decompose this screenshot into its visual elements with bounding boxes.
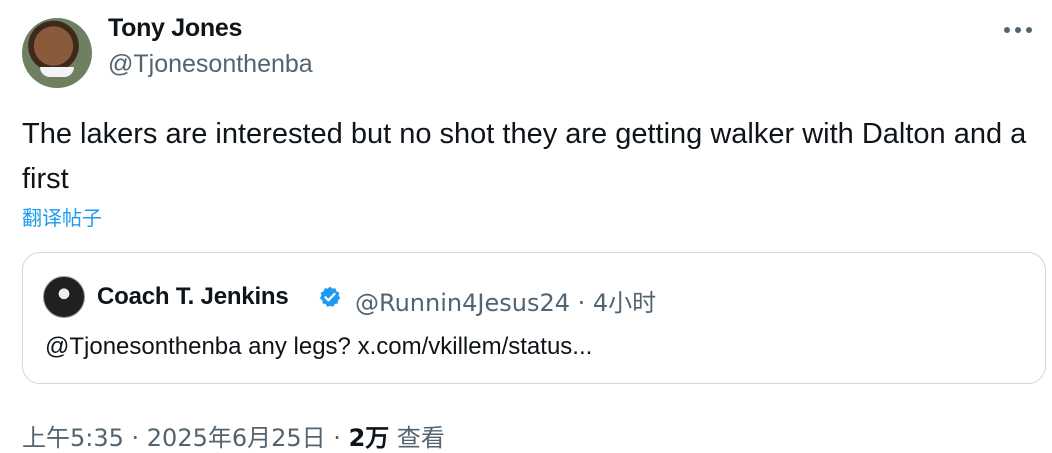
author-handle[interactable]: @Tjonesonthenba — [108, 50, 313, 79]
tweet-text: The lakers are interested but no shot th… — [22, 118, 1027, 195]
views-count: 2万 — [348, 424, 390, 452]
author-avatar[interactable] — [22, 18, 92, 88]
translate-post-link[interactable]: 翻译帖子 — [22, 202, 102, 231]
author-name[interactable]: Tony Jones — [108, 14, 242, 43]
dot-icon — [1015, 27, 1021, 33]
quote-author-name[interactable]: Coach T. Jenkins — [97, 283, 289, 311]
timestamp[interactable]: 上午5:35 · 2025年6月25日 · — [22, 424, 349, 452]
verified-badge-icon — [319, 286, 341, 307]
more-options-icon[interactable] — [1004, 26, 1032, 34]
dot-icon — [1004, 27, 1010, 33]
views-label: 查看 — [389, 424, 445, 452]
quote-handle-and-time[interactable]: @Runnin4Jesus24 · 4小时 — [355, 283, 656, 318]
quote-text: @Tjonesonthenba any legs? x.com/vkillem/… — [45, 333, 593, 360]
quoted-tweet-card[interactable]: Coach T. Jenkins @Runnin4Jesus24 · 4小时 @… — [22, 252, 1046, 384]
tweet-meta: 上午5:35 · 2025年6月25日 · 2万 查看 — [22, 418, 445, 453]
quote-author-avatar[interactable] — [43, 276, 85, 318]
dot-icon — [1026, 27, 1032, 33]
tweet-header: Tony Jones @Tjonesonthenba — [22, 12, 1032, 88]
